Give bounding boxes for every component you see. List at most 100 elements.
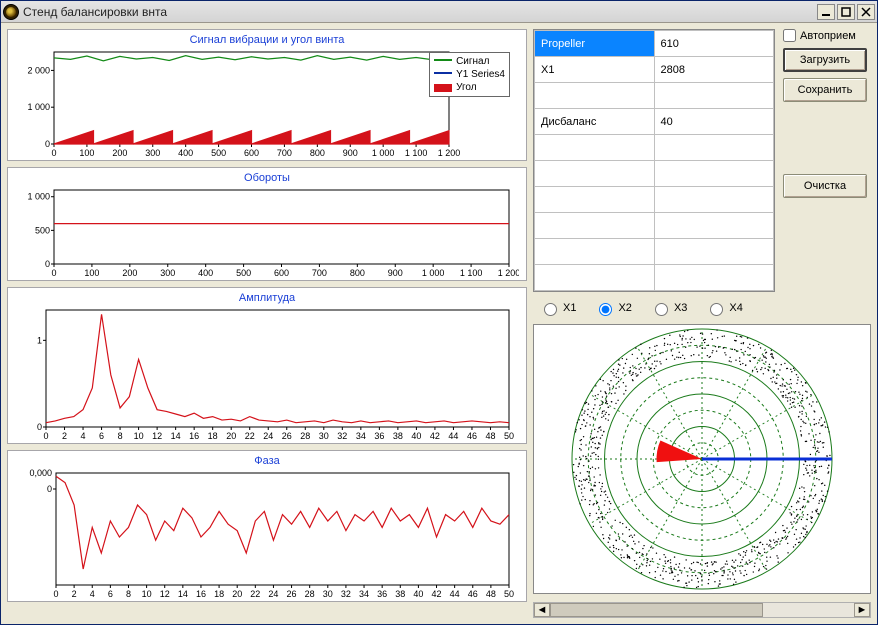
svg-text:500: 500 (236, 268, 251, 278)
svg-text:700: 700 (312, 268, 327, 278)
client-area: Сигнал вибрации и угол винта 01002003004… (1, 23, 877, 624)
clear-button[interactable]: Очистка (783, 174, 867, 198)
svg-text:2 000: 2 000 (27, 65, 50, 75)
legend-vibration: Сигнал Y1 Series4 Угол (429, 52, 510, 97)
chart-rpm: Обороты 01002003004005006007008009001 00… (7, 167, 527, 281)
svg-text:30: 30 (319, 431, 329, 441)
svg-text:1 200: 1 200 (498, 268, 519, 278)
app-icon (3, 4, 19, 20)
table-row[interactable] (535, 135, 774, 161)
svg-text:16: 16 (196, 589, 206, 599)
radio-x4[interactable]: X4 (705, 300, 742, 316)
chart-phase: Фаза 02468101214161820222426283032343638… (7, 450, 527, 602)
svg-text:50: 50 (504, 589, 514, 599)
chart-amplitude: Амплитуда 024681012141618202224262830323… (7, 287, 527, 444)
autoreceive-checkbox[interactable]: Автоприем (783, 29, 856, 42)
svg-text:46: 46 (468, 589, 478, 599)
maximize-button[interactable] (837, 4, 855, 20)
svg-text:0: 0 (37, 422, 42, 432)
svg-text:18: 18 (214, 589, 224, 599)
svg-text:1 100: 1 100 (405, 148, 428, 158)
minimize-button[interactable] (817, 4, 835, 20)
radio-x3[interactable]: X3 (650, 300, 687, 316)
svg-text:36: 36 (374, 431, 384, 441)
table-row[interactable]: Propeller610 (535, 31, 774, 57)
svg-text:0: 0 (43, 431, 48, 441)
svg-text:44: 44 (448, 431, 458, 441)
sysbuttons (817, 4, 875, 20)
svg-text:800: 800 (350, 268, 365, 278)
svg-text:24: 24 (263, 431, 273, 441)
svg-text:26: 26 (287, 589, 297, 599)
scroll-left-arrow[interactable]: ◄ (534, 603, 550, 617)
chart-title: Амплитуда (14, 292, 520, 304)
svg-text:4: 4 (81, 431, 86, 441)
table-row[interactable] (535, 161, 774, 187)
chart-title: Сигнал вибрации и угол винта (14, 34, 520, 46)
titlebar[interactable]: Стенд балансировки внта (1, 1, 877, 23)
svg-text:1: 1 (37, 335, 42, 345)
svg-text:40: 40 (411, 431, 421, 441)
svg-text:28: 28 (305, 589, 315, 599)
autoreceive-input[interactable] (783, 29, 796, 42)
radio-x2[interactable]: X2 (594, 300, 631, 316)
svg-text:50: 50 (504, 431, 514, 441)
svg-text:200: 200 (122, 268, 137, 278)
svg-text:12: 12 (152, 431, 162, 441)
svg-text:700: 700 (277, 148, 292, 158)
load-button[interactable]: Загрузить (783, 48, 867, 72)
svg-text:10: 10 (134, 431, 144, 441)
table-row[interactable] (535, 239, 774, 265)
svg-text:48: 48 (486, 589, 496, 599)
svg-text:300: 300 (145, 148, 160, 158)
svg-text:500: 500 (35, 225, 50, 235)
chart-vibration: Сигнал вибрации и угол винта 01002003004… (7, 29, 527, 161)
svg-text:1 200: 1 200 (438, 148, 461, 158)
svg-text:32: 32 (341, 589, 351, 599)
save-button[interactable]: Сохранить (783, 78, 867, 102)
chart-title: Фаза (14, 455, 520, 467)
svg-text:26: 26 (282, 431, 292, 441)
close-button[interactable] (857, 4, 875, 20)
svg-text:12: 12 (160, 589, 170, 599)
svg-text:400: 400 (198, 268, 213, 278)
polar-chart (533, 324, 871, 594)
table-row[interactable]: X12808 (535, 57, 774, 83)
svg-text:34: 34 (356, 431, 366, 441)
svg-text:28: 28 (300, 431, 310, 441)
window-title: Стенд балансировки внта (23, 5, 817, 19)
svg-text:22: 22 (250, 589, 260, 599)
svg-text:1 000: 1 000 (422, 268, 445, 278)
horizontal-scrollbar[interactable]: ◄ ► (533, 602, 871, 618)
table-row[interactable] (535, 83, 774, 109)
table-row[interactable] (535, 213, 774, 239)
svg-text:4: 4 (90, 589, 95, 599)
svg-text:0: 0 (51, 148, 56, 158)
svg-text:1 000: 1 000 (27, 192, 50, 202)
svg-text:40: 40 (413, 589, 423, 599)
table-row[interactable] (535, 265, 774, 291)
svg-text:2: 2 (62, 431, 67, 441)
svg-text:48: 48 (485, 431, 495, 441)
svg-text:400: 400 (178, 148, 193, 158)
data-table[interactable]: Propeller610X12808 Дисбаланс40 (533, 29, 775, 292)
svg-text:42: 42 (430, 431, 440, 441)
svg-text:300: 300 (160, 268, 175, 278)
svg-text:18: 18 (208, 431, 218, 441)
scroll-right-arrow[interactable]: ► (854, 603, 870, 617)
radio-x1[interactable]: X1 (539, 300, 576, 316)
svg-text:36: 36 (377, 589, 387, 599)
svg-text:800: 800 (310, 148, 325, 158)
svg-text:0: 0 (47, 484, 52, 494)
svg-text:1 000: 1 000 (372, 148, 395, 158)
svg-text:0: 0 (45, 259, 50, 269)
table-row[interactable] (535, 187, 774, 213)
svg-text:8: 8 (118, 431, 123, 441)
channel-radios: X1 X2 X3 X4 (533, 298, 871, 318)
table-row[interactable]: Дисбаланс40 (535, 109, 774, 135)
svg-text:44: 44 (450, 589, 460, 599)
svg-text:42: 42 (432, 589, 442, 599)
svg-text:24: 24 (268, 589, 278, 599)
svg-text:14: 14 (178, 589, 188, 599)
right-column: Propeller610X12808Дисбаланс40 Автоприем … (533, 29, 871, 618)
